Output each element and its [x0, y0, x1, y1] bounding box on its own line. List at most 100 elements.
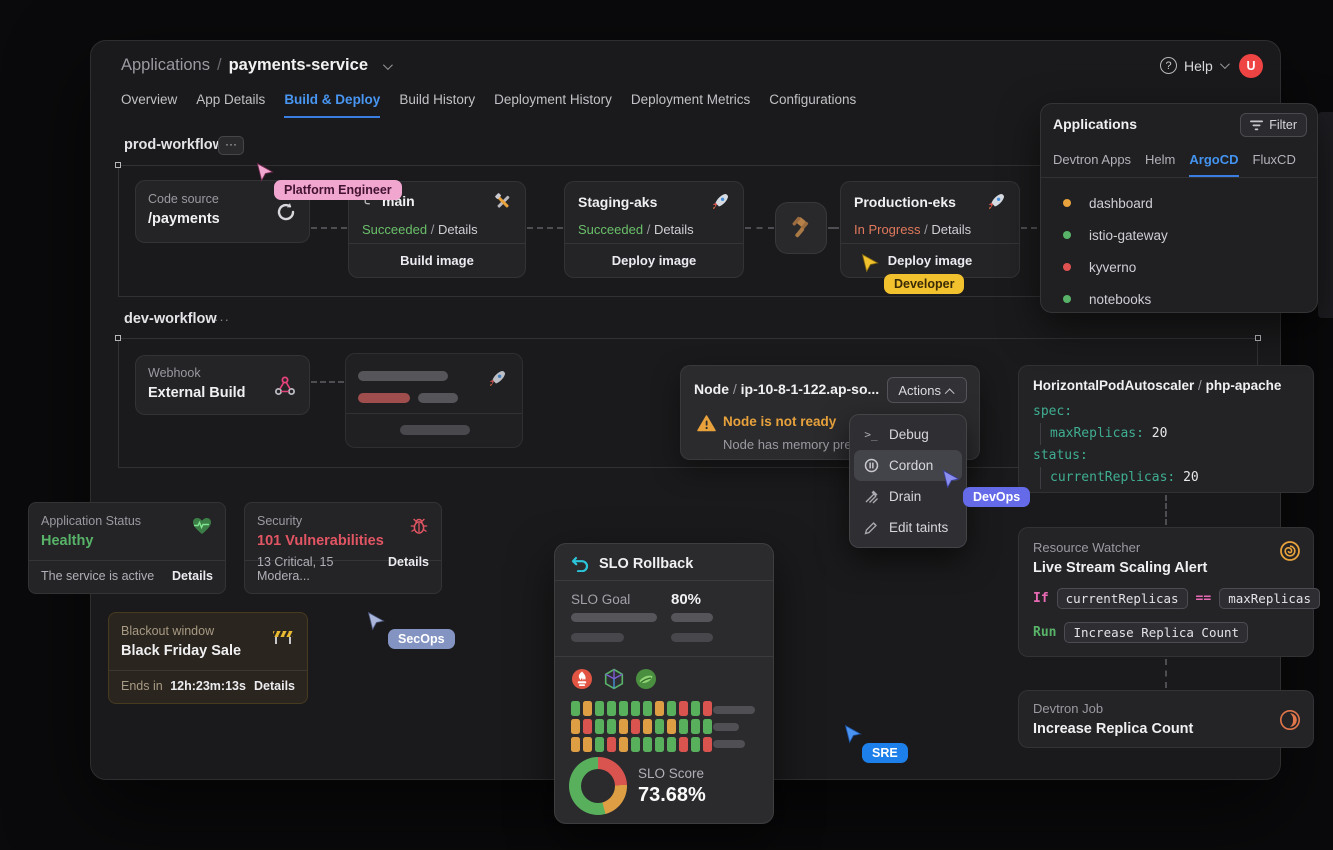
staging-details-link[interactable]: Details [654, 222, 694, 237]
heatmap-cell [703, 701, 712, 716]
heatmap-cell [655, 701, 664, 716]
frame-handle[interactable] [115, 335, 121, 341]
node-warning-title: Node is not ready [723, 414, 836, 429]
run-action-chip: Increase Replica Count [1064, 622, 1248, 643]
background-panel-edge [1318, 112, 1333, 318]
actions-button[interactable]: Actions [887, 377, 967, 403]
build-image-button[interactable]: Build image [349, 243, 525, 277]
job-progress-icon [1279, 709, 1301, 731]
slo-score-donut [569, 757, 627, 815]
heatmap-cell [643, 701, 652, 716]
tab-argocd[interactable]: ArgoCD [1189, 152, 1238, 177]
tab-devtron-apps[interactable]: Devtron Apps [1053, 152, 1131, 177]
heatmap-cell [643, 737, 652, 752]
yaml-max-replicas-value: 20 [1152, 426, 1168, 441]
ci-status: Succeeded [362, 222, 427, 237]
job-card-title: Devtron Job [1033, 701, 1299, 716]
heatmap-cell [679, 701, 688, 716]
heatmap-cell [619, 701, 628, 716]
security-card[interactable]: Security 101 Vulnerabilities 13 Critical… [244, 502, 442, 594]
heatmap-cell [691, 737, 700, 752]
slo-score-label: SLO Score [638, 766, 704, 781]
tab-build-history[interactable]: Build History [399, 92, 475, 118]
slo-score-value: 73.68% [638, 784, 706, 807]
menu-item-edit-taints[interactable]: Edit taints [854, 512, 962, 543]
blackout-window-card[interactable]: Blackout window Black Friday Sale Ends i… [108, 612, 308, 704]
heatmap-cell [691, 719, 700, 734]
heatmap-cell [595, 701, 604, 716]
production-details-link[interactable]: Details [931, 222, 971, 237]
help-icon: ? [1160, 57, 1177, 74]
approval-gavel-chip[interactable] [775, 202, 827, 254]
prod-workflow-menu-button[interactable]: ··· [218, 136, 244, 155]
help-menu[interactable]: ? Help [1160, 57, 1227, 74]
list-item-kyverno[interactable]: kyverno [1041, 252, 1317, 282]
heatmap-cell [607, 701, 616, 716]
staging-deploy-image-button[interactable]: Deploy image [565, 243, 743, 277]
heatmap-cell [631, 737, 640, 752]
avatar[interactable]: U [1239, 54, 1263, 78]
webhook-card[interactable]: Webhook External Build [135, 355, 310, 415]
heatmap-cell [619, 719, 628, 734]
skeleton-bar [713, 706, 755, 714]
blackout-footer-prefix: Ends in [121, 679, 163, 693]
tab-build-deploy[interactable]: Build & Deploy [284, 92, 380, 118]
list-item-dashboard[interactable]: dashboard [1041, 188, 1317, 218]
breadcrumb: Applications/payments-service [121, 56, 390, 75]
security-details-link[interactable]: Details [388, 555, 429, 583]
skeleton-bar [671, 613, 713, 622]
tab-fluxcd[interactable]: FluxCD [1253, 152, 1296, 177]
devops-cursor-label: DevOps [963, 487, 1030, 507]
build-tools-icon [493, 192, 513, 212]
application-status-card[interactable]: Application Status Healthy The service i… [28, 502, 226, 594]
watcher-spiral-icon [1279, 540, 1301, 562]
heatmap-cell [631, 701, 640, 716]
breadcrumb-root[interactable]: Applications [121, 56, 210, 74]
resource-watcher-card[interactable]: Resource Watcher Live Stream Scaling Ale… [1018, 527, 1314, 657]
heatmap-cell [619, 737, 628, 752]
tab-deployment-history[interactable]: Deployment History [494, 92, 612, 118]
applications-panel: Applications Filter Devtron Apps Helm Ar… [1040, 103, 1318, 313]
node-warning-desc: Node has memory pre... [723, 437, 862, 452]
dev-workflow-title: dev-workflow [124, 311, 217, 327]
prometheus-icon [571, 668, 593, 690]
yaml-spec-key: spec: [1033, 404, 1072, 419]
connector [1165, 659, 1167, 688]
tab-helm[interactable]: Helm [1145, 152, 1175, 177]
filter-button[interactable]: Filter [1240, 113, 1307, 137]
production-name: Production-eks [854, 194, 956, 210]
staging-card[interactable]: Staging-aks Succeeded / Details Deploy i… [564, 181, 744, 278]
app-name[interactable]: payments-service [229, 56, 368, 74]
if-keyword: If [1033, 591, 1049, 606]
divider [346, 413, 522, 414]
tab-app-details[interactable]: App Details [196, 92, 265, 118]
pencil-icon [863, 521, 879, 535]
list-item-notebooks[interactable]: notebooks [1041, 284, 1317, 314]
list-item-istio-gateway[interactable]: istio-gateway [1041, 220, 1317, 250]
run-keyword: Run [1033, 625, 1056, 640]
platform-engineer-cursor-icon [255, 162, 275, 182]
heatmap-cell [595, 719, 604, 734]
frame-handle[interactable] [115, 162, 121, 168]
connector [745, 227, 774, 229]
dev-workflow-menu-button[interactable]: ··· [214, 312, 230, 327]
tab-deployment-metrics[interactable]: Deployment Metrics [631, 92, 750, 118]
heatmap-cell [595, 737, 604, 752]
connector [527, 227, 563, 229]
connector [311, 381, 344, 383]
skeleton-bar [571, 633, 624, 642]
slo-goal-value: 80% [671, 591, 701, 608]
heatmap-cell [583, 737, 592, 752]
ci-details-link[interactable]: Details [438, 222, 478, 237]
tab-overview[interactable]: Overview [121, 92, 177, 118]
pause-circle-icon [863, 458, 879, 473]
blackout-details-link[interactable]: Details [254, 679, 295, 693]
yaml-current-replicas-key: currentReplicas: [1050, 470, 1175, 485]
menu-item-debug[interactable]: >_ Debug [854, 419, 962, 450]
frame-handle[interactable] [1255, 335, 1261, 341]
developer-cursor-icon [860, 253, 880, 273]
skeleton-bar [358, 371, 448, 381]
tab-configurations[interactable]: Configurations [769, 92, 856, 118]
devtron-job-card[interactable]: Devtron Job Increase Replica Count [1018, 690, 1314, 748]
status-details-link[interactable]: Details [172, 569, 213, 583]
